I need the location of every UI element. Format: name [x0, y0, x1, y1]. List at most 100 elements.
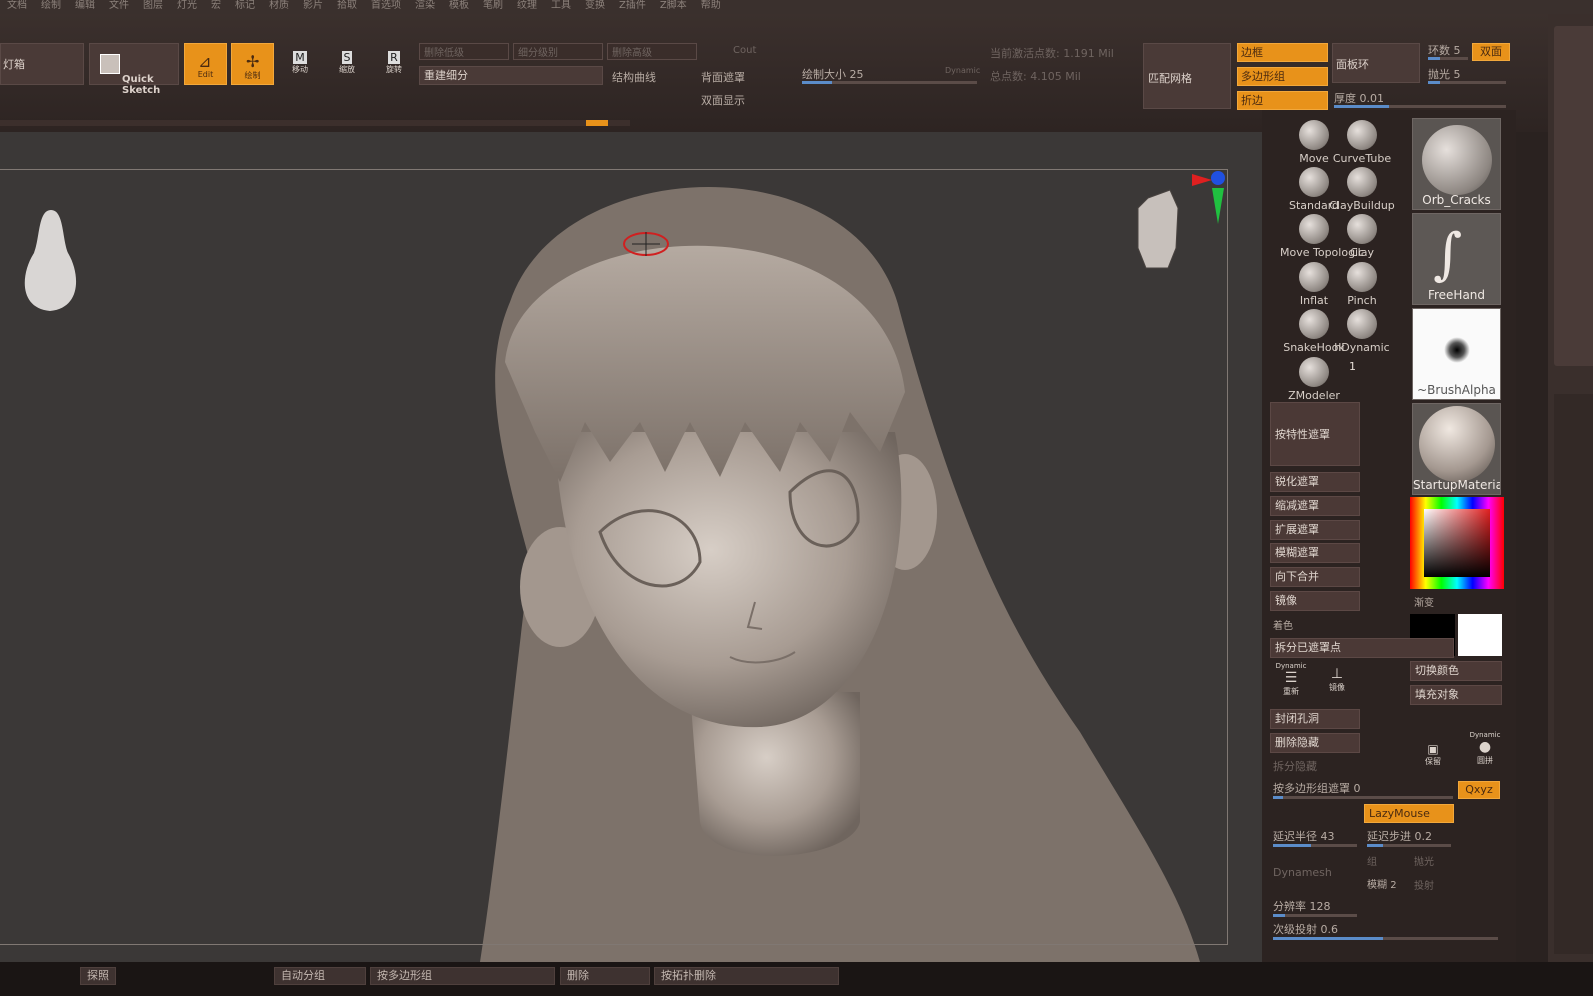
- orb-cracks-thumbnail[interactable]: Orb_Cracks: [1412, 118, 1501, 210]
- menu-item[interactable]: 编辑: [75, 0, 95, 12]
- menu-item[interactable]: 变换: [585, 0, 605, 12]
- subdiv-level-slider[interactable]: 细分级别: [513, 43, 603, 60]
- polish-track[interactable]: [1428, 81, 1506, 84]
- status-polygroup-button[interactable]: 按多边形组: [370, 967, 555, 985]
- menu-item[interactable]: 纹理: [517, 0, 537, 12]
- navigation-gizmo[interactable]: [1130, 168, 1230, 290]
- brush-claybuildup[interactable]: ClayBuildup: [1329, 167, 1395, 212]
- color-square[interactable]: [1424, 509, 1490, 577]
- brush-zmodeler[interactable]: ZModeler: [1288, 357, 1340, 402]
- menu-item[interactable]: Z插件: [619, 0, 646, 12]
- menu-item[interactable]: 图层: [143, 0, 163, 12]
- qxyz-button[interactable]: Qxyz: [1458, 781, 1500, 799]
- rebuild-subdiv-button[interactable]: 重建细分: [419, 66, 603, 85]
- loop-track[interactable]: [1428, 57, 1468, 60]
- lazymouse-button[interactable]: LazyMouse: [1364, 804, 1454, 823]
- status-delete-button[interactable]: 删除: [560, 967, 650, 985]
- delete-lower-button[interactable]: 删除低级: [419, 43, 509, 60]
- sharpen-mask-button[interactable]: 锐化遮罩: [1270, 472, 1360, 492]
- lightbox-button[interactable]: 灯箱: [0, 43, 84, 85]
- dynamesh-project-toggle[interactable]: 投射: [1414, 877, 1434, 892]
- dynamesh-blur-slider[interactable]: 模糊 2: [1367, 876, 1397, 891]
- split-hidden-button[interactable]: 拆分隐藏: [1273, 758, 1317, 774]
- menu-item[interactable]: Z脚本: [660, 0, 687, 12]
- mask-by-polygroup-track[interactable]: [1273, 796, 1453, 799]
- dynamic-round-button[interactable]: Dynamic ● 圆拼: [1470, 731, 1501, 765]
- lazy-step-slider[interactable]: 延迟步进 0.2: [1367, 828, 1432, 844]
- loop-slider[interactable]: 环数 5: [1428, 42, 1461, 58]
- resolution-slider[interactable]: 分辨率 128: [1273, 898, 1331, 914]
- dynamesh-polish-toggle[interactable]: 抛光: [1414, 853, 1434, 868]
- tray-tabs[interactable]: [1554, 26, 1593, 366]
- brush-alpha-thumbnail[interactable]: ~BrushAlpha: [1412, 308, 1501, 400]
- merge-down-button[interactable]: 向下合并: [1270, 567, 1360, 587]
- dynamic-rebuild-button[interactable]: Dynamic ☰ 重新: [1276, 662, 1307, 696]
- status-autogroup-button[interactable]: 自动分组: [274, 967, 366, 985]
- panel-loop-button[interactable]: 面板环: [1332, 43, 1420, 83]
- main-color-swatch[interactable]: [1458, 614, 1502, 656]
- crease-button[interactable]: 折边: [1237, 91, 1328, 110]
- menu-item[interactable]: 拾取: [337, 0, 357, 12]
- structure-curve-button[interactable]: 结构曲线: [612, 69, 656, 85]
- menu-item[interactable]: 渲染: [415, 0, 435, 12]
- border-button[interactable]: 边框: [1237, 43, 1328, 62]
- backface-mask-button[interactable]: 背面遮罩: [701, 69, 745, 85]
- freehand-stroke-thumbnail[interactable]: ∫ FreeHand: [1412, 213, 1501, 305]
- dynamesh-group-toggle[interactable]: 组: [1367, 853, 1377, 868]
- hold-button[interactable]: ▣ 保留: [1418, 738, 1448, 770]
- brush-clay[interactable]: Clay: [1338, 214, 1386, 259]
- status-topo-delete-button[interactable]: 按拓扑删除: [654, 967, 839, 985]
- dynamesh-button[interactable]: Dynamesh: [1273, 866, 1332, 879]
- mask-by-feature-button[interactable]: 按特性遮罩: [1270, 402, 1360, 466]
- move-mode-button[interactable]: M 移动: [285, 47, 315, 79]
- brush-hdynamic[interactable]: hDynamic: [1334, 309, 1390, 354]
- menu-item[interactable]: 灯光: [177, 0, 197, 12]
- brush-pinch[interactable]: Pinch: [1338, 262, 1386, 307]
- polish-slider[interactable]: 抛光 5: [1428, 66, 1461, 82]
- double-side-button[interactable]: 双面: [1472, 43, 1510, 61]
- grow-mask-button[interactable]: 扩展遮罩: [1270, 520, 1360, 540]
- thickness-slider[interactable]: 厚度 0.01: [1334, 90, 1384, 106]
- menu-item[interactable]: 模板: [449, 0, 469, 12]
- draw-size-slider[interactable]: 绘制大小 25: [802, 66, 864, 82]
- quick-sketch-button[interactable]: Quick Sketch: [89, 43, 179, 96]
- menu-item[interactable]: 首选项: [371, 0, 401, 12]
- brush-curvetube[interactable]: CurveTube: [1333, 120, 1391, 165]
- thickness-track[interactable]: [1334, 105, 1506, 108]
- lazy-radius-slider[interactable]: 延迟半径 43: [1273, 828, 1335, 844]
- shrink-mask-button[interactable]: 缩减遮罩: [1270, 496, 1360, 516]
- blur-mask-button[interactable]: 模糊遮罩: [1270, 543, 1360, 563]
- menu-item[interactable]: 笔刷: [483, 0, 503, 12]
- mirror-button[interactable]: 镜像: [1270, 591, 1360, 611]
- menu-item[interactable]: 文档: [7, 0, 27, 12]
- dynamic-toggle[interactable]: Dynamic: [945, 66, 980, 75]
- lazy-step-track[interactable]: [1367, 844, 1451, 847]
- menu-item[interactable]: 标记: [235, 0, 255, 12]
- match-mesh-button[interactable]: 匹配网格: [1143, 43, 1231, 109]
- draw-size-track[interactable]: [802, 81, 977, 84]
- edit-button[interactable]: ⊿ Edit: [184, 43, 227, 85]
- draw-button[interactable]: ✢ 绘制: [231, 43, 274, 85]
- delete-hidden-button[interactable]: 删除隐藏: [1270, 733, 1360, 753]
- color-picker[interactable]: [1410, 497, 1504, 589]
- close-holes-button[interactable]: 封闭孔洞: [1270, 709, 1360, 729]
- subproject-slider[interactable]: 次级投射 0.6: [1273, 921, 1338, 937]
- menu-item[interactable]: 帮助: [701, 0, 721, 12]
- mask-by-polygroup-slider[interactable]: 按多边形组遮罩 0: [1273, 780, 1361, 796]
- menu-item[interactable]: 宏: [211, 0, 221, 12]
- mirror-weld-button[interactable]: ⊥ 镜像: [1322, 663, 1352, 695]
- pear-thumbnail[interactable]: [16, 208, 86, 314]
- delete-higher-button[interactable]: 删除高级: [607, 43, 697, 60]
- menu-item[interactable]: 绘制: [41, 0, 61, 12]
- menu-item[interactable]: 工具: [551, 0, 571, 12]
- tray-lower[interactable]: [1554, 394, 1593, 954]
- status-button-a[interactable]: 探照: [80, 967, 116, 985]
- menu-item[interactable]: 影片: [303, 0, 323, 12]
- lazy-radius-track[interactable]: [1273, 844, 1357, 847]
- gradient-label[interactable]: 渐变: [1414, 594, 1434, 609]
- resolution-track[interactable]: [1273, 914, 1357, 917]
- double-display-button[interactable]: 双面显示: [701, 92, 745, 108]
- material-thumbnail[interactable]: StartupMaterial: [1412, 403, 1501, 495]
- fill-object-button[interactable]: 填充对象: [1410, 685, 1502, 705]
- rotate-mode-button[interactable]: R 旋转: [379, 47, 409, 79]
